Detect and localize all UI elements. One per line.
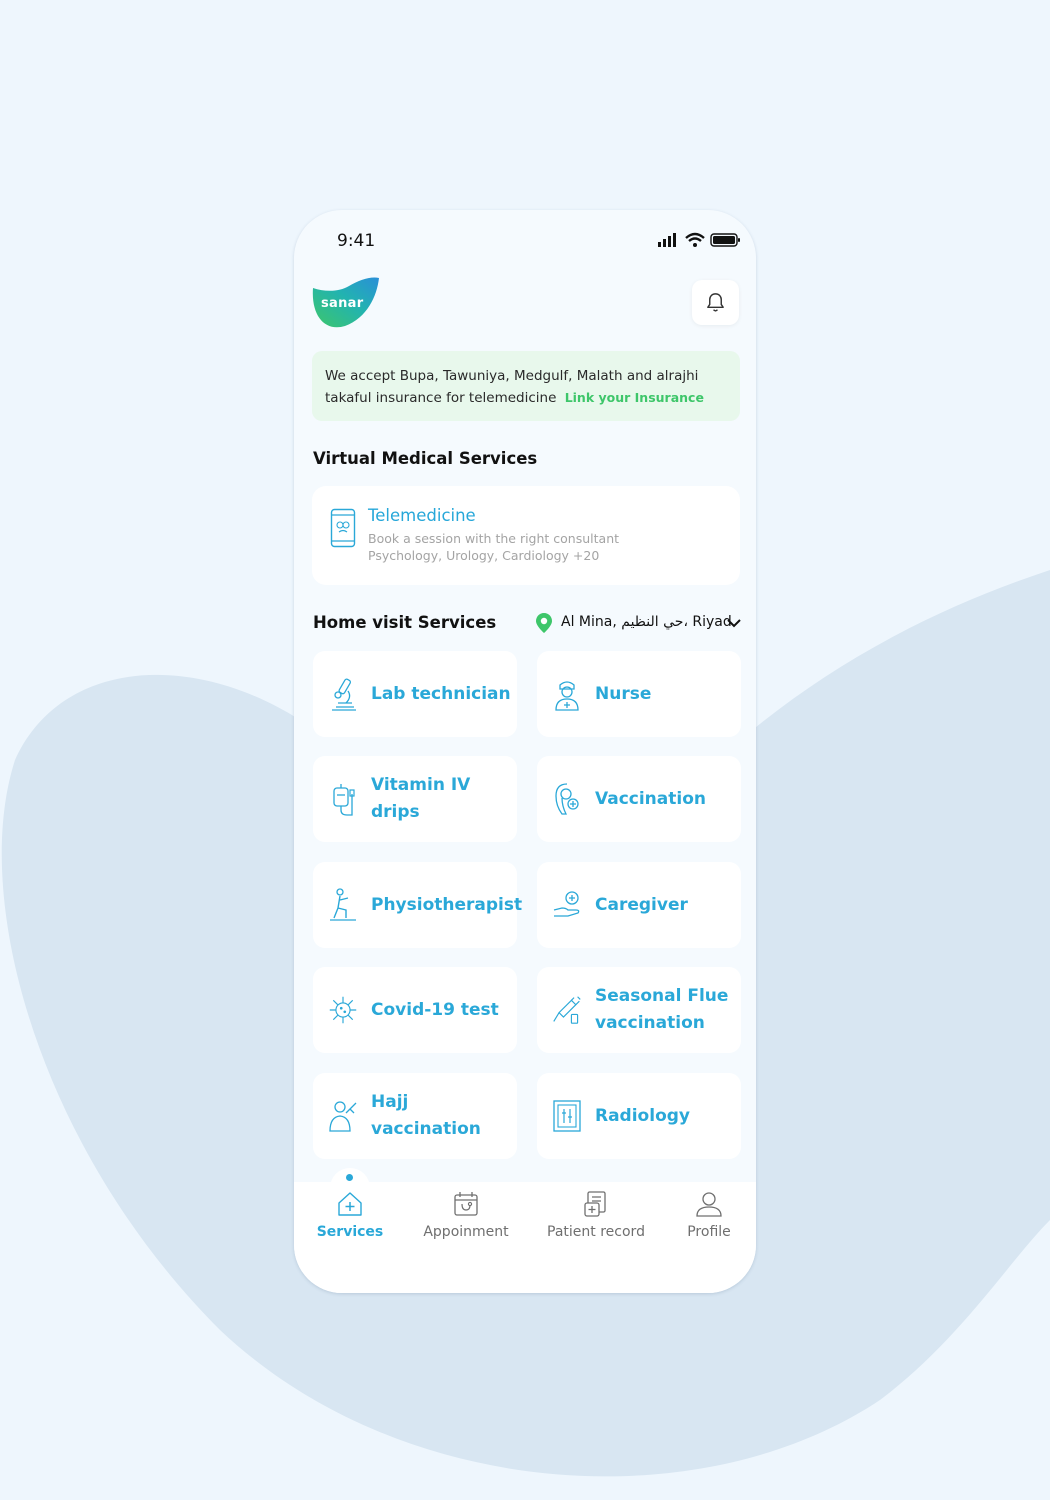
service-label: Physiotherapist xyxy=(371,894,523,915)
service-card[interactable]: Nurse xyxy=(537,651,741,737)
home-visit-title: Home visit Services xyxy=(313,613,497,632)
phone-screen: 9:41 sanar We accept Bupa, Tawuniya, Med… xyxy=(294,210,756,1293)
service-label: Covid-19 test xyxy=(371,999,499,1020)
service-label: Hajj vaccination xyxy=(371,1092,481,1139)
syringe-icon xyxy=(553,996,581,1024)
service-label: Vaccination xyxy=(595,788,706,809)
nav-patient-record-label: Patient record xyxy=(547,1224,645,1240)
nav-services-label: Services xyxy=(316,1224,384,1240)
nurse-icon xyxy=(555,681,579,711)
user-icon xyxy=(696,1192,722,1217)
nav-profile-label: Profile xyxy=(687,1224,731,1240)
location-text: Al Mina, حي النظيم، Riyadh xyxy=(561,614,731,630)
nav-patient-record[interactable]: Patient record xyxy=(538,1190,654,1260)
location-pin-icon xyxy=(536,613,552,633)
nav-appointment-label: Appoinment xyxy=(423,1224,509,1240)
calendar-icon xyxy=(454,1192,478,1216)
signal-wifi-battery-icons xyxy=(658,232,740,247)
service-card[interactable]: Vaccination xyxy=(537,756,741,842)
notifications-button[interactable] xyxy=(692,280,739,325)
telemedicine-specialties: Psychology, Urology, Cardiology +20 xyxy=(368,548,600,563)
insurance-banner: We accept Bupa, Tawuniya, Medgulf, Malat… xyxy=(312,351,740,421)
service-label: Vitamin IV drips xyxy=(371,775,471,822)
telemedicine-title: Telemedicine xyxy=(368,506,476,525)
logo-wordmark: sanar xyxy=(321,296,364,311)
nav-services[interactable]: Services xyxy=(312,1190,388,1260)
service-card[interactable]: Radiology xyxy=(537,1073,741,1159)
status-time: 9:41 xyxy=(337,231,376,251)
service-label: Seasonal Flue vaccination xyxy=(595,986,729,1033)
service-card[interactable]: Seasonal Flue vaccination xyxy=(537,967,741,1053)
service-label: Lab technician xyxy=(371,683,511,704)
service-card[interactable]: Covid-19 test xyxy=(313,967,517,1053)
bottom-navigation: Services Appoinment Patient record Profi… xyxy=(294,1168,756,1293)
telemedicine-subtitle: Book a session with the right consultant xyxy=(368,531,620,546)
xray-icon xyxy=(553,1100,581,1132)
virtual-services-title: Virtual Medical Services xyxy=(313,449,538,468)
medical-record-icon xyxy=(584,1191,606,1217)
microscope-icon xyxy=(332,678,356,711)
active-indicator xyxy=(346,1174,353,1181)
home-medical-icon xyxy=(338,1192,362,1216)
physiotherapy-icon xyxy=(330,888,356,921)
vaccination-icon xyxy=(555,783,579,815)
nav-profile[interactable]: Profile xyxy=(674,1190,744,1260)
location-selector[interactable]: Al Mina, حي النظيم، Riyadh xyxy=(534,612,744,634)
iv-drip-icon xyxy=(333,784,355,816)
virus-icon xyxy=(329,996,357,1024)
link-insurance-link[interactable]: Link your Insurance xyxy=(565,390,704,405)
bell-icon xyxy=(707,293,724,312)
service-label: Nurse xyxy=(595,683,652,704)
status-bar: 9:41 xyxy=(294,210,756,270)
service-card[interactable]: Lab technician xyxy=(313,651,517,737)
hajj-icon xyxy=(329,1101,357,1132)
service-card[interactable]: Vitamin IV drips xyxy=(313,756,517,842)
service-label: Caregiver xyxy=(595,894,688,915)
telemedicine-card[interactable]: Telemedicine Book a session with the rig… xyxy=(312,486,740,585)
service-card[interactable]: Caregiver xyxy=(537,862,741,948)
caregiver-icon xyxy=(553,891,580,917)
chevron-down-icon xyxy=(727,619,741,628)
telemedicine-phone-icon xyxy=(330,508,356,548)
service-label: Radiology xyxy=(595,1105,690,1126)
nav-appointment[interactable]: Appoinment xyxy=(412,1190,520,1260)
service-card[interactable]: Physiotherapist xyxy=(313,862,523,948)
service-card[interactable]: Hajj vaccination xyxy=(313,1073,517,1159)
